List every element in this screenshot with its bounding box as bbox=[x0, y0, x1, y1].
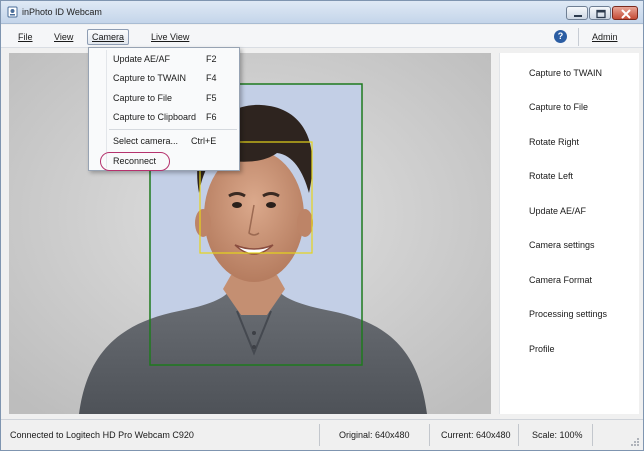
menu-admin[interactable]: Admin bbox=[587, 29, 623, 45]
original-resolution: Original: 640x480 bbox=[339, 430, 410, 440]
webcam-app-icon bbox=[7, 6, 18, 18]
status-divider bbox=[592, 424, 593, 446]
current-resolution: Current: 640x480 bbox=[441, 430, 511, 440]
camera-menu-dropdown: Update AE/AF F2 Capture to TWAIN F4 Capt… bbox=[88, 47, 240, 171]
menu-item-label: Update AE/AF bbox=[113, 54, 171, 64]
status-divider bbox=[319, 424, 320, 446]
menu-separator bbox=[109, 129, 237, 130]
menu-view[interactable]: View bbox=[50, 29, 77, 45]
menu-item-label: Capture to Clipboard bbox=[113, 112, 197, 122]
status-bar: Connected to Logitech HD Pro Webcam C920… bbox=[1, 419, 643, 450]
menu-divider bbox=[578, 28, 579, 46]
menu-live-view[interactable]: Live View bbox=[147, 29, 193, 45]
update-ae-af-button[interactable]: Update AE/AF bbox=[529, 204, 586, 218]
menu-item-label: Select camera... bbox=[113, 136, 179, 146]
capture-to-file-button[interactable]: Capture to File bbox=[529, 100, 588, 114]
menu-bar: File View Camera Live View ? Admin bbox=[1, 25, 643, 48]
menu-item-select-camera[interactable]: Select camera... Ctrl+E bbox=[90, 132, 238, 151]
capture-to-twain-button[interactable]: Capture to TWAIN bbox=[529, 66, 602, 80]
menu-item-shortcut: F5 bbox=[206, 93, 217, 103]
close-button[interactable] bbox=[612, 6, 638, 20]
close-icon bbox=[621, 9, 631, 19]
menu-item-shortcut: F6 bbox=[206, 112, 217, 122]
scale-indicator: Scale: 100% bbox=[532, 430, 583, 440]
maximize-icon bbox=[596, 9, 606, 19]
reconnect-highlight bbox=[100, 152, 170, 171]
menu-item-shortcut: F4 bbox=[206, 73, 217, 83]
menu-item-capture-to-twain[interactable]: Capture to TWAIN F4 bbox=[90, 69, 238, 88]
camera-format-button[interactable]: Camera Format bbox=[529, 273, 592, 287]
window-title: inPhoto ID Webcam bbox=[22, 7, 102, 17]
rotate-left-button[interactable]: Rotate Left bbox=[529, 169, 573, 183]
maximize-button[interactable] bbox=[589, 6, 611, 20]
app-window: inPhoto ID Webcam File View Camera Live … bbox=[0, 0, 644, 451]
connection-status: Connected to Logitech HD Pro Webcam C920 bbox=[10, 430, 194, 440]
menu-item-capture-to-clipboard[interactable]: Capture to Clipboard F6 bbox=[90, 108, 238, 127]
camera-settings-button[interactable]: Camera settings bbox=[529, 238, 595, 252]
status-divider bbox=[429, 424, 430, 446]
status-divider bbox=[518, 424, 519, 446]
resize-grip-icon[interactable] bbox=[630, 437, 640, 447]
help-icon[interactable]: ? bbox=[554, 30, 567, 43]
processing-settings-button[interactable]: Processing settings bbox=[529, 307, 607, 321]
menu-item-label: Capture to TWAIN bbox=[113, 73, 187, 83]
minimize-icon bbox=[574, 15, 582, 17]
rotate-right-button[interactable]: Rotate Right bbox=[529, 135, 579, 149]
camera-preview-image bbox=[9, 53, 491, 414]
menu-item-capture-to-file[interactable]: Capture to File F5 bbox=[90, 89, 238, 108]
menu-file[interactable]: File bbox=[14, 29, 37, 45]
action-panel: Capture to TWAIN Capture to File Rotate … bbox=[499, 53, 639, 414]
menu-item-shortcut: Ctrl+E bbox=[191, 136, 217, 146]
camera-preview[interactable] bbox=[9, 53, 491, 414]
menu-camera[interactable]: Camera bbox=[87, 29, 130, 45]
minimize-button[interactable] bbox=[566, 6, 588, 20]
profile-button[interactable]: Profile bbox=[529, 342, 555, 356]
menu-item-shortcut: F2 bbox=[206, 54, 217, 64]
menu-item-update-ae-af[interactable]: Update AE/AF F2 bbox=[90, 50, 238, 69]
menu-item-label: Capture to File bbox=[113, 93, 173, 103]
title-bar[interactable]: inPhoto ID Webcam bbox=[1, 1, 643, 24]
